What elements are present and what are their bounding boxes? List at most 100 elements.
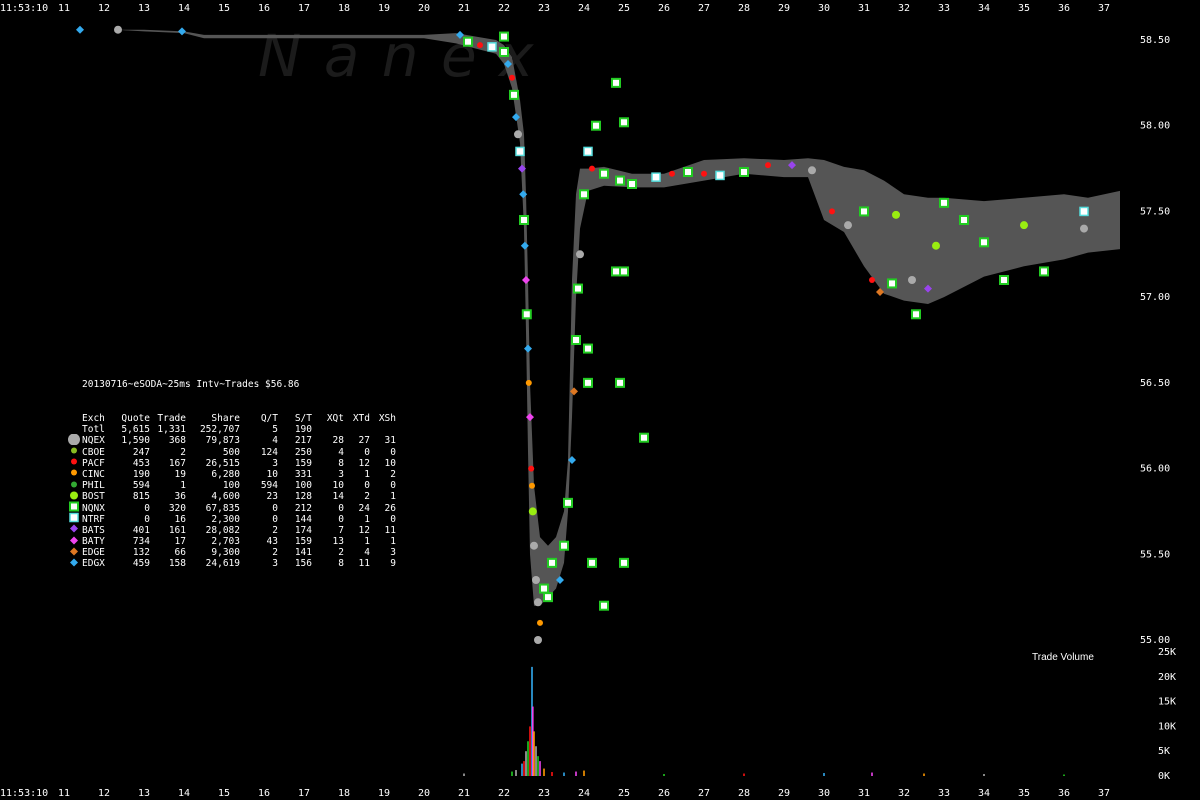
trade-marker (611, 266, 621, 277)
legend-row: NTRF 0 16 2,300 0 144 0 1 0 (69, 512, 396, 525)
legend-share: 100 (222, 480, 240, 492)
legend-share: 6,280 (211, 468, 240, 480)
legend-marker (68, 557, 80, 571)
legend-table: Exch Quote Trade Share Q/T S/T XQt XTd XSh Totl 5,… (68, 413, 396, 570)
trade-marker (534, 598, 542, 607)
legend-row: NQNX 0 320 67,835 0 212 0 24 26 (69, 501, 396, 514)
legend-title: 20130716~eSODA~25ms Intv~Trades $56.86 (82, 379, 300, 391)
x-tick-label-top: 11 (58, 3, 70, 14)
volume-tick-label: 5K (1158, 746, 1170, 757)
legend-qt: 3 (272, 457, 278, 469)
x-tick-label-top: 18 (338, 3, 350, 14)
legend-xqt: 8 (338, 457, 344, 469)
trade-marker (463, 36, 473, 47)
trade-marker (887, 278, 897, 289)
x-tick-label-bottom: 34 (978, 788, 990, 799)
legend-xtd: 1 (364, 536, 370, 548)
legend-exch: CBOE (82, 446, 105, 458)
legend-qt: 0 (272, 513, 278, 525)
legend-share: 2,300 (211, 513, 240, 525)
legend-share: 26,515 (205, 457, 240, 469)
legend-exch: EDGX (82, 558, 105, 570)
trade-marker (979, 237, 989, 248)
trade-marker (599, 168, 609, 179)
legend-trade: 2 (180, 446, 186, 458)
legend-xsh: 1 (390, 536, 396, 548)
legend-st: 174 (294, 524, 312, 536)
volume-bar (823, 773, 825, 776)
trade-marker (829, 208, 835, 215)
legend-header: XSh (378, 413, 396, 424)
legend-share: 67,835 (205, 502, 240, 514)
trade-marker (911, 309, 921, 320)
x-tick-label-bottom: 26 (658, 788, 670, 799)
x-tick-label-top: 27 (698, 3, 710, 14)
y-tick-label: 58.00 (1140, 121, 1170, 132)
legend-xtd: 11 (358, 558, 370, 570)
legend-header: XTd (352, 413, 370, 424)
legend-row: Totl 5,615 1,331 252,707 5 190 (82, 424, 396, 435)
legend-row: BATY 734 17 2,703 43 159 13 1 1 (70, 536, 396, 548)
legend-row: EDGE 132 66 9,300 2 141 2 4 3 (70, 547, 396, 559)
legend-row: CBOE 247 2 500 124 250 4 0 0 (71, 446, 396, 458)
legend-trade: 1,331 (157, 424, 186, 436)
trade-marker (1020, 221, 1028, 230)
legend-xtd: 2 (364, 491, 370, 503)
trade-marker (571, 335, 581, 345)
volume-bar (515, 770, 517, 776)
legend-xqt: 4 (338, 446, 344, 458)
legend-trade: 158 (168, 558, 186, 570)
x-tick-label-top: 31 (858, 3, 870, 14)
legend-row: BOST 815 36 4,600 23 128 14 2 1 (70, 491, 396, 503)
legend-quote: 459 (132, 558, 150, 570)
trade-marker (579, 189, 589, 200)
legend-xtd: 12 (358, 524, 370, 536)
x-tick-label-top: 23 (538, 3, 550, 14)
trade-marker (627, 179, 637, 189)
y-tick-label: 55.00 (1140, 635, 1170, 646)
trade-marker (715, 170, 725, 181)
trade-marker (525, 379, 532, 386)
volume-label: Trade Volume (1032, 652, 1094, 663)
trade-marker (615, 175, 625, 186)
legend-quote: 5,615 (121, 424, 150, 436)
trade-marker (583, 343, 593, 354)
volume-bar (1063, 774, 1065, 776)
x-tick-label-top: 29 (778, 3, 790, 14)
trade-marker (589, 165, 595, 172)
x-tick-label-bottom: 37 (1098, 788, 1110, 799)
trade-marker (521, 309, 532, 320)
legend-st: 141 (294, 547, 312, 559)
volume-bar (525, 751, 527, 776)
trade-marker (526, 413, 534, 422)
legend-xsh: 0 (390, 513, 396, 525)
trade-marker (599, 600, 609, 611)
trade-marker (844, 221, 852, 230)
legend-quote: 401 (132, 524, 150, 536)
legend-header: Exch (82, 413, 105, 424)
legend-st: 159 (294, 457, 312, 469)
price-axis: 58.50 58.00 57.50 57.00 56.50 56.00 55.50 55.00 (1140, 35, 1170, 646)
legend-trade: 19 (174, 468, 186, 480)
legend-st: 156 (294, 558, 312, 570)
x-tick-label-bottom: 22 (498, 788, 510, 799)
legend-share: 500 (222, 446, 240, 458)
legend-header: Share (211, 413, 240, 424)
legend-xqt: 0 (338, 513, 344, 525)
legend-qt: 10 (266, 468, 278, 480)
volume-bar (575, 771, 577, 776)
trade-marker (76, 25, 84, 34)
trade-marker (524, 344, 532, 353)
volume-bar (583, 770, 585, 776)
x-tick-label-bottom: 11 (58, 788, 70, 799)
trade-marker (908, 276, 916, 284)
trade-marker (114, 25, 122, 34)
volume-bar (551, 772, 553, 776)
x-tick-label-bottom: 27 (698, 788, 710, 799)
trade-marker (530, 541, 538, 550)
trade-marker (543, 592, 553, 603)
x-tick-label-bottom: 35 (1018, 788, 1030, 799)
trade-marker (583, 377, 593, 388)
legend-trade: 368 (168, 435, 186, 447)
legend-trade: 161 (168, 524, 186, 536)
